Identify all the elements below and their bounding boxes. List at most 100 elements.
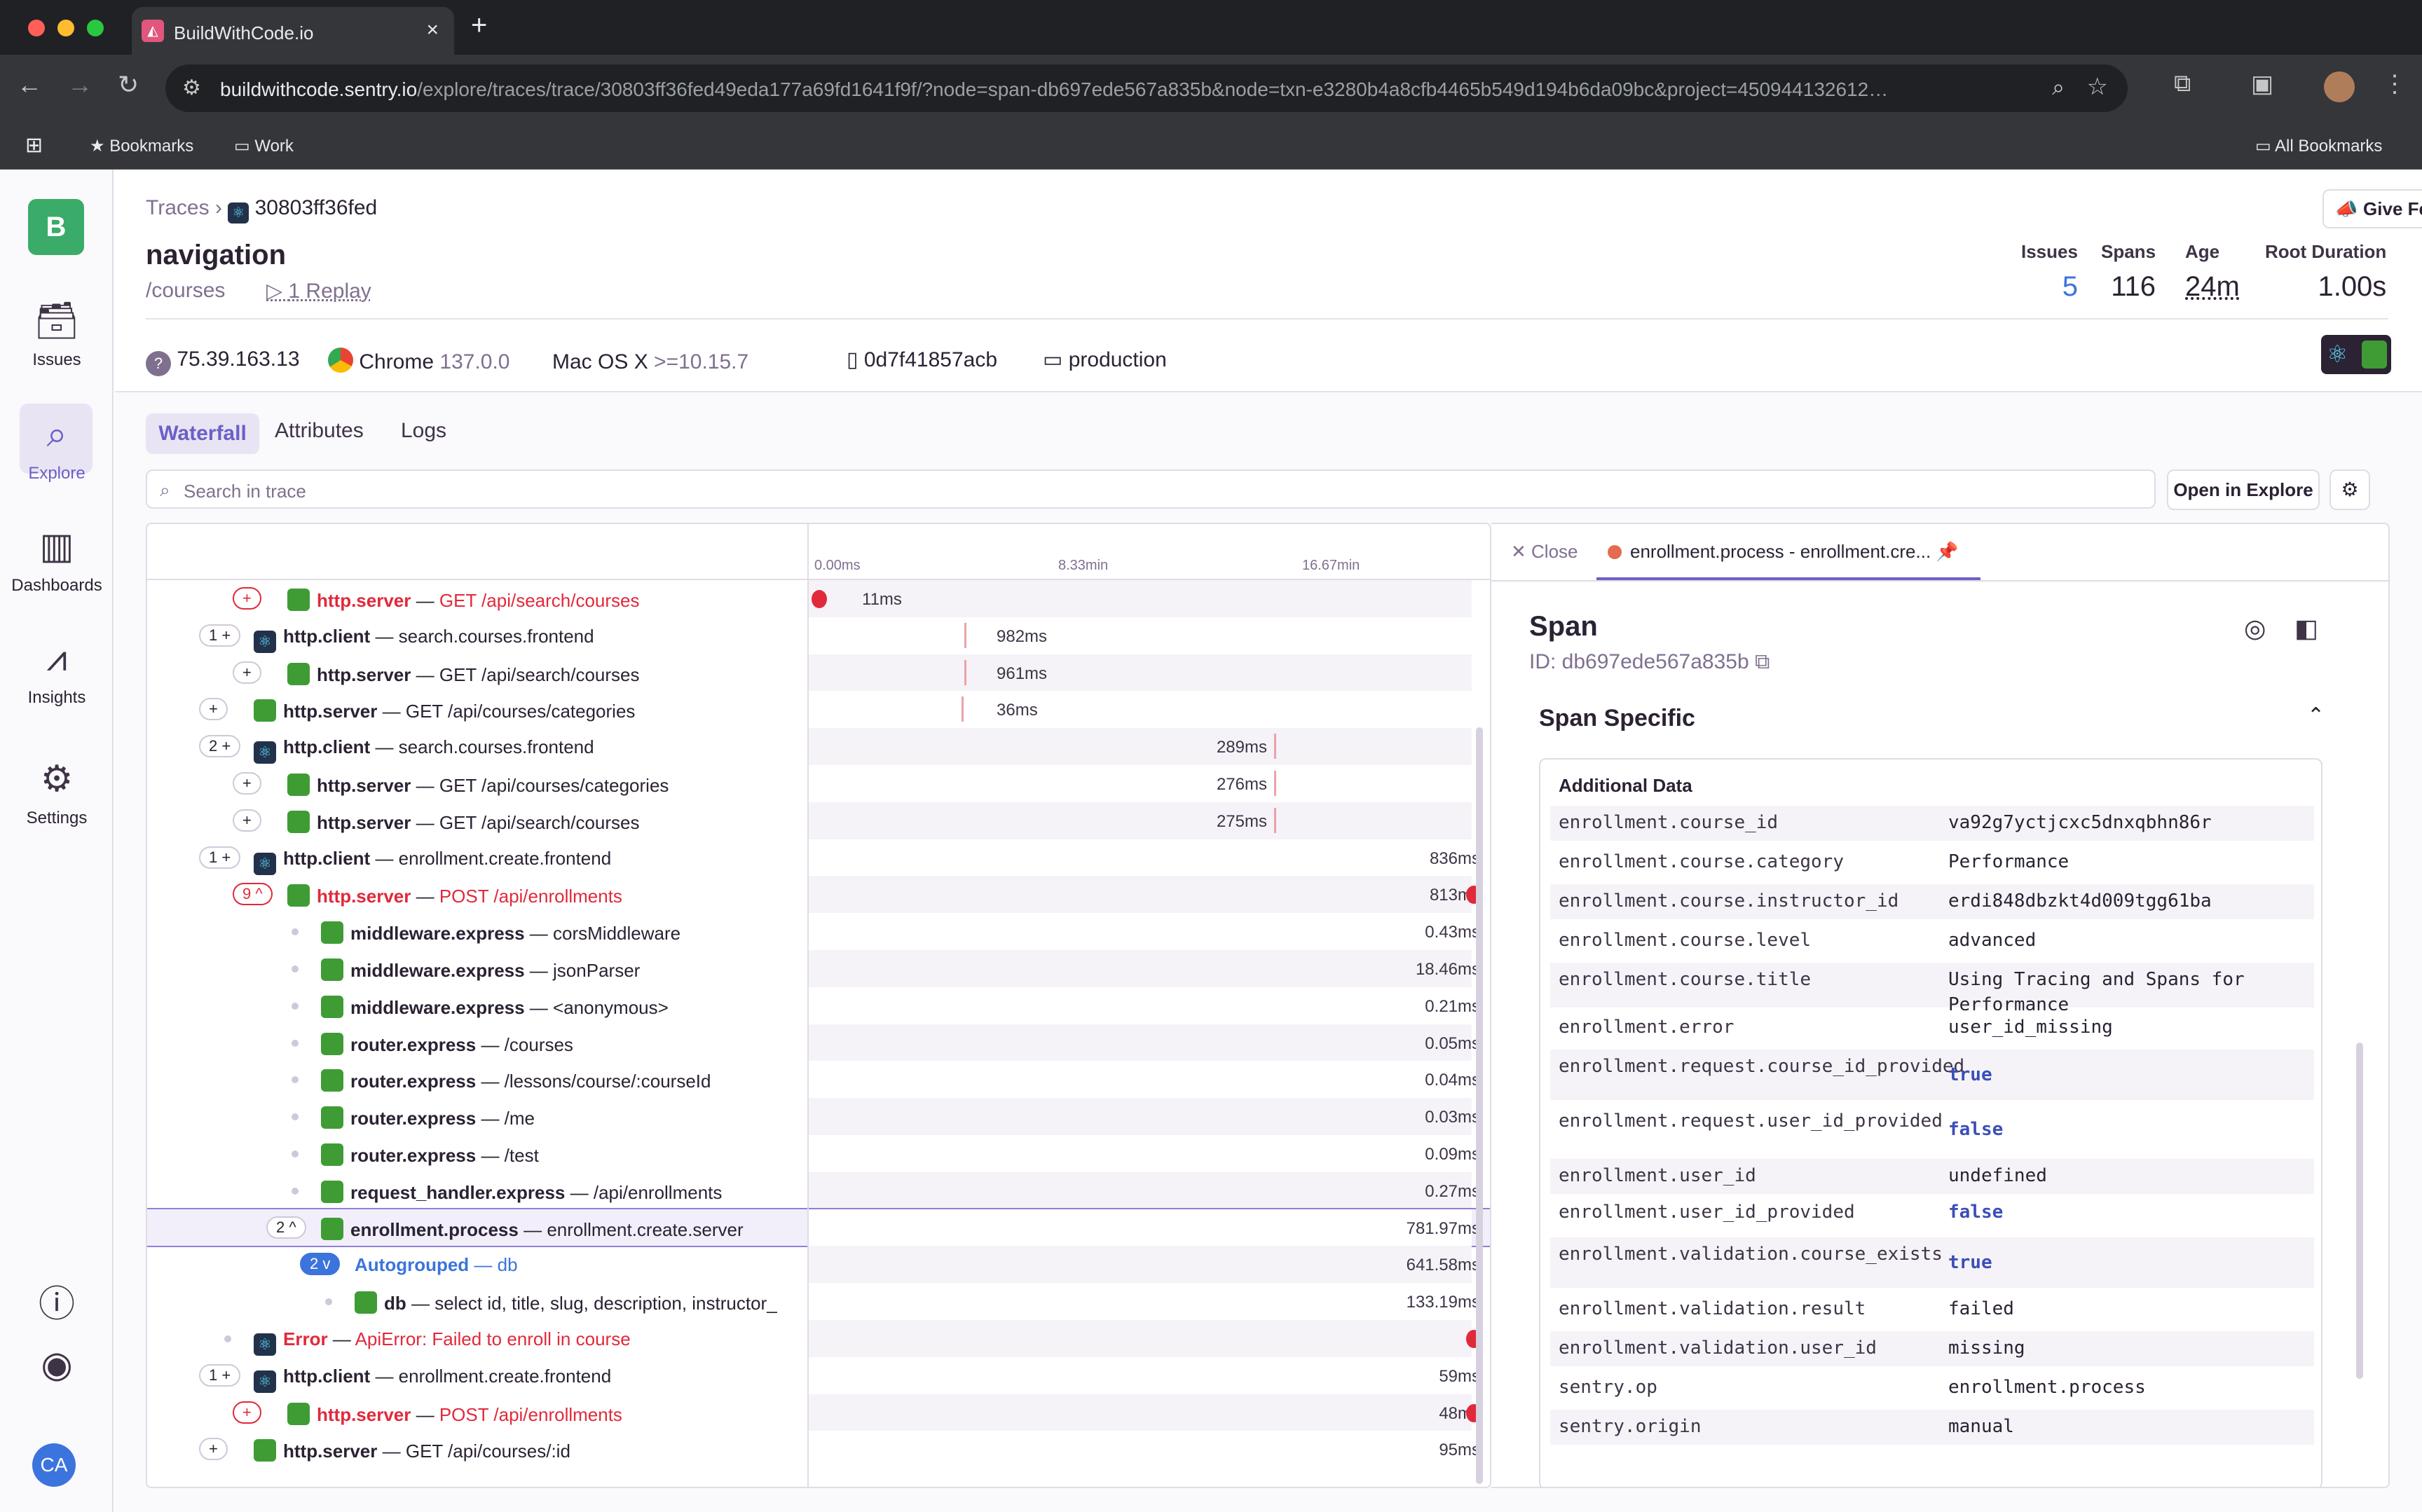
- pin-icon[interactable]: 📌: [1936, 541, 1958, 562]
- user-avatar[interactable]: CA: [32, 1443, 76, 1487]
- bookmark-item-bookmarks[interactable]: ★ Bookmarks: [90, 136, 193, 156]
- expand-toggle[interactable]: 1 +: [199, 846, 241, 869]
- waterfall-row[interactable]: ⚛ Error — ApiError: Failed to enroll in c…: [147, 1320, 1490, 1357]
- chevron-up-icon[interactable]: ⌃: [2307, 703, 2325, 728]
- expand-toggle[interactable]: 1 +: [199, 1363, 241, 1387]
- copy-icon[interactable]: ⧉: [1755, 650, 1770, 673]
- waterfall-row[interactable]: request_handler.express — /api/enrollmen…: [147, 1171, 1490, 1209]
- expand-toggle[interactable]: 1 +: [199, 624, 241, 647]
- replay-link[interactable]: ▷ 1 Replay: [266, 279, 371, 303]
- breadcrumb-traces[interactable]: Traces: [146, 196, 210, 219]
- all-bookmarks[interactable]: ▭ All Bookmarks: [2255, 136, 2382, 156]
- back-icon[interactable]: ←: [17, 70, 42, 99]
- sidebar-item-dashboards[interactable]: ▥ Dashboards: [0, 525, 114, 596]
- close-tab-icon[interactable]: ×: [426, 18, 439, 42]
- focus-icon[interactable]: ◎: [2244, 614, 2266, 643]
- new-tab-icon[interactable]: +: [471, 10, 487, 41]
- column-divider[interactable]: [807, 524, 809, 1487]
- profile-avatar[interactable]: [2324, 71, 2355, 102]
- trace-search-input[interactable]: ⌕ Search in trace: [146, 469, 2156, 509]
- browser-tab-bar: ◭ BuildWithCode.io × +: [0, 0, 2422, 55]
- browser-tab[interactable]: ◭ BuildWithCode.io ×: [132, 7, 454, 55]
- waterfall-row[interactable]: + http.server — GET /api/courses/:id 95ms: [147, 1431, 1490, 1469]
- waterfall-row[interactable]: middleware.express — corsMiddleware 0.43m…: [147, 913, 1490, 950]
- waterfall-row[interactable]: db — select id, title, slug, description…: [147, 1283, 1490, 1320]
- span-bar[interactable]: [1274, 771, 1276, 796]
- waterfall-row[interactable]: router.express — /courses 0.05ms: [147, 1024, 1490, 1061]
- expand-toggle[interactable]: +: [199, 1438, 228, 1461]
- issues-count[interactable]: 5: [2021, 271, 2078, 303]
- expand-toggle[interactable]: 2 v: [300, 1253, 341, 1276]
- span-tab[interactable]: enrollment.process - enrollment.cre... 📌: [1608, 541, 1959, 563]
- menu-icon[interactable]: ⋮: [2383, 70, 2407, 98]
- platform-icons: ⚛: [2321, 335, 2391, 374]
- expand-toggle[interactable]: +: [233, 772, 261, 795]
- waterfall-row[interactable]: + http.server — GET /api/search/courses 27…: [147, 802, 1490, 839]
- expand-toggle[interactable]: +: [233, 661, 261, 684]
- apps-grid-icon[interactable]: ⊞: [25, 133, 43, 158]
- waterfall-row[interactable]: middleware.express — <anonymous> 0.21ms: [147, 987, 1490, 1024]
- span-bar[interactable]: [962, 696, 964, 722]
- waterfall-row[interactable]: + http.server — GET /api/courses/categori…: [147, 765, 1490, 802]
- waterfall-row[interactable]: 1 + ⚛ http.client — search.courses.fronten…: [147, 617, 1490, 654]
- waterfall-row[interactable]: + http.server — POST /api/enrollments 48ms: [147, 1394, 1490, 1431]
- maximize-window-icon[interactable]: [87, 20, 104, 36]
- tab-logs[interactable]: Logs: [401, 419, 446, 443]
- waterfall-row[interactable]: 2 ^ enrollment.process — enrollment.creat…: [147, 1207, 1490, 1248]
- bookmark-item-work[interactable]: ▭ Work: [234, 136, 294, 156]
- waterfall-row[interactable]: middleware.express — jsonParser 18.46ms: [147, 950, 1490, 987]
- broadcast-button[interactable]: ◉: [0, 1344, 114, 1394]
- waterfall-row[interactable]: 9 ^ http.server — POST /api/enrollments 81…: [147, 876, 1490, 914]
- expand-toggle[interactable]: +: [233, 587, 261, 610]
- expand-toggle[interactable]: +: [233, 1401, 261, 1424]
- span-name: http.server — POST /api/enrollments: [287, 1402, 622, 1426]
- waterfall-row[interactable]: 1 + ⚛ http.client — enrollment.create.fron…: [147, 839, 1490, 877]
- span-bar[interactable]: [964, 622, 966, 648]
- tab-waterfall[interactable]: Waterfall: [146, 413, 259, 454]
- settings-gear-button[interactable]: ⚙: [2329, 469, 2370, 510]
- expand-toggle[interactable]: 2 ^: [266, 1216, 306, 1239]
- site-settings-icon[interactable]: ⚙: [182, 76, 201, 100]
- sidebar-item-settings[interactable]: ⚙ Settings: [0, 758, 114, 828]
- expand-toggle[interactable]: +: [233, 809, 261, 832]
- minimize-window-icon[interactable]: [57, 20, 74, 36]
- media-icon[interactable]: ▣: [2251, 70, 2273, 98]
- waterfall-row[interactable]: + http.server — GET /api/search/courses 96…: [147, 654, 1490, 692]
- org-badge[interactable]: B: [28, 199, 84, 255]
- span-name: router.express — /test: [321, 1143, 539, 1167]
- waterfall-row[interactable]: router.express — /me 0.03ms: [147, 1098, 1490, 1135]
- detail-scrollbar[interactable]: [2356, 1043, 2363, 1379]
- close-window-icon[interactable]: [28, 20, 45, 36]
- span-bar[interactable]: [1274, 807, 1276, 833]
- give-feedback-button[interactable]: 📣 Give Feedback: [2322, 189, 2422, 228]
- waterfall-row[interactable]: 1 + ⚛ http.client — enrollment.create.fron…: [147, 1356, 1490, 1394]
- tab-attributes[interactable]: Attributes: [275, 419, 364, 443]
- span-bar[interactable]: [1274, 734, 1276, 760]
- waterfall-row[interactable]: + http.server — GET /api/search/courses 11…: [147, 580, 1490, 617]
- waterfall-scrollbar[interactable]: [1476, 727, 1483, 1484]
- sidebar-item-insights[interactable]: ⩘ Insights: [0, 638, 114, 708]
- sidebar-item-explore[interactable]: ⌕ Explore: [0, 404, 114, 483]
- close-detail-button[interactable]: ✕ Close: [1511, 541, 1578, 563]
- extensions-icon[interactable]: ⧉: [2174, 70, 2191, 97]
- expand-toggle[interactable]: +: [199, 698, 228, 721]
- panel-layout-icon[interactable]: ◧: [2294, 614, 2318, 643]
- reload-icon[interactable]: ↻: [118, 70, 139, 99]
- open-in-explore-button[interactable]: Open in Explore: [2167, 469, 2320, 510]
- waterfall-row[interactable]: + http.server — GET /api/courses/categori…: [147, 691, 1490, 729]
- expand-toggle[interactable]: 2 +: [199, 735, 241, 758]
- sidebar-item-issues[interactable]: 🗃 Issues: [0, 300, 114, 370]
- address-bar[interactable]: ⚙ buildwithcode.sentry.io/explore/traces…: [165, 64, 2128, 112]
- error-marker-icon[interactable]: [812, 590, 827, 608]
- expand-toggle[interactable]: 9 ^: [233, 883, 273, 906]
- waterfall-row[interactable]: 2 v Autogrouped — db 641.58ms: [147, 1246, 1490, 1284]
- waterfall-row[interactable]: router.express — /test 0.09ms: [147, 1135, 1490, 1172]
- waterfall-row[interactable]: router.express — /lessons/course/:course…: [147, 1061, 1490, 1099]
- span-specific-header[interactable]: Span Specific: [1539, 705, 1695, 732]
- bookmark-star-icon[interactable]: ☆: [2087, 73, 2108, 101]
- span-bar[interactable]: [964, 659, 966, 685]
- waterfall-row[interactable]: 2 + ⚛ http.client — search.courses.fronten…: [147, 728, 1490, 765]
- zoom-icon[interactable]: ⌕: [2052, 74, 2065, 101]
- forward-icon[interactable]: →: [67, 70, 93, 99]
- help-button[interactable]: ⓘ: [0, 1284, 114, 1334]
